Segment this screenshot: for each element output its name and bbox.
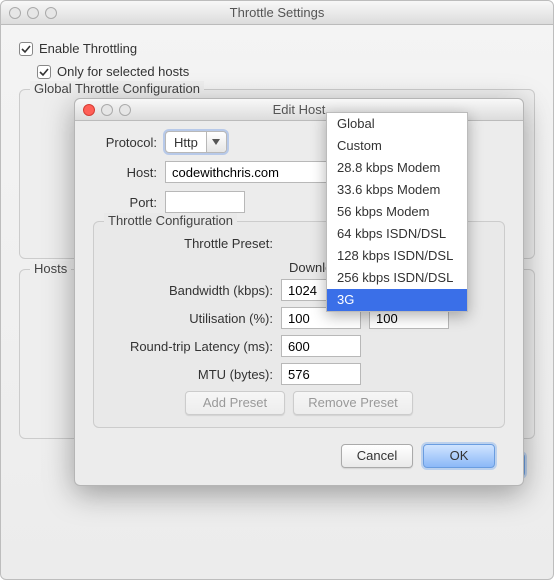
preset-option[interactable]: 56 kbps Modem — [327, 201, 467, 223]
preset-option[interactable]: 28.8 kbps Modem — [327, 157, 467, 179]
bandwidth-label: Bandwidth (kbps): — [106, 283, 281, 298]
protocol-label: Protocol: — [93, 135, 165, 150]
enable-throttling-label: Enable Throttling — [39, 41, 137, 56]
preset-option[interactable]: 3G — [327, 289, 467, 311]
mtu-label: MTU (bytes): — [106, 367, 281, 382]
chevron-down-icon[interactable] — [206, 132, 226, 152]
only-selected-row[interactable]: Only for selected hosts — [37, 64, 535, 79]
close-icon[interactable] — [9, 7, 21, 19]
throttle-preset-dropdown[interactable]: GlobalCustom28.8 kbps Modem33.6 kbps Mod… — [326, 112, 468, 312]
zoom-icon[interactable] — [45, 7, 57, 19]
add-preset-button[interactable]: Add Preset — [185, 391, 285, 415]
preset-option[interactable]: 256 kbps ISDN/DSL — [327, 267, 467, 289]
throttle-preset-label: Throttle Preset: — [106, 236, 281, 251]
traffic-lights — [9, 7, 57, 19]
close-icon[interactable] — [83, 104, 95, 116]
minimize-icon[interactable] — [27, 7, 39, 19]
dialog-ok-button[interactable]: OK — [423, 444, 495, 468]
enable-throttling-checkbox[interactable] — [19, 42, 33, 56]
preset-option[interactable]: 64 kbps ISDN/DSL — [327, 223, 467, 245]
preset-option[interactable]: Global — [327, 113, 467, 135]
window-title: Throttle Settings — [9, 5, 545, 20]
port-label: Port: — [93, 195, 165, 210]
latency-input[interactable] — [281, 335, 361, 357]
protocol-select[interactable]: Http — [165, 131, 227, 153]
utilisation-label: Utilisation (%): — [106, 311, 281, 326]
minimize-icon — [101, 104, 113, 116]
hosts-group-label: Hosts — [30, 261, 71, 276]
protocol-value: Http — [166, 132, 206, 152]
zoom-icon — [119, 104, 131, 116]
only-selected-checkbox[interactable] — [37, 65, 51, 79]
preset-option[interactable]: Custom — [327, 135, 467, 157]
checkmark-icon — [21, 44, 31, 54]
global-group-label: Global Throttle Configuration — [30, 81, 204, 96]
dialog-cancel-button[interactable]: Cancel — [341, 444, 413, 468]
host-label: Host: — [93, 165, 165, 180]
port-input[interactable] — [165, 191, 245, 213]
throttle-config-label: Throttle Configuration — [104, 213, 237, 228]
checkmark-icon — [39, 67, 49, 77]
titlebar: Throttle Settings — [1, 1, 553, 25]
preset-option[interactable]: 33.6 kbps Modem — [327, 179, 467, 201]
remove-preset-button[interactable]: Remove Preset — [293, 391, 413, 415]
latency-label: Round-trip Latency (ms): — [106, 339, 281, 354]
preset-option[interactable]: 128 kbps ISDN/DSL — [327, 245, 467, 267]
mtu-input[interactable] — [281, 363, 361, 385]
only-selected-label: Only for selected hosts — [57, 64, 189, 79]
dialog-traffic-lights — [83, 104, 131, 116]
enable-throttling-row[interactable]: Enable Throttling — [19, 41, 535, 56]
